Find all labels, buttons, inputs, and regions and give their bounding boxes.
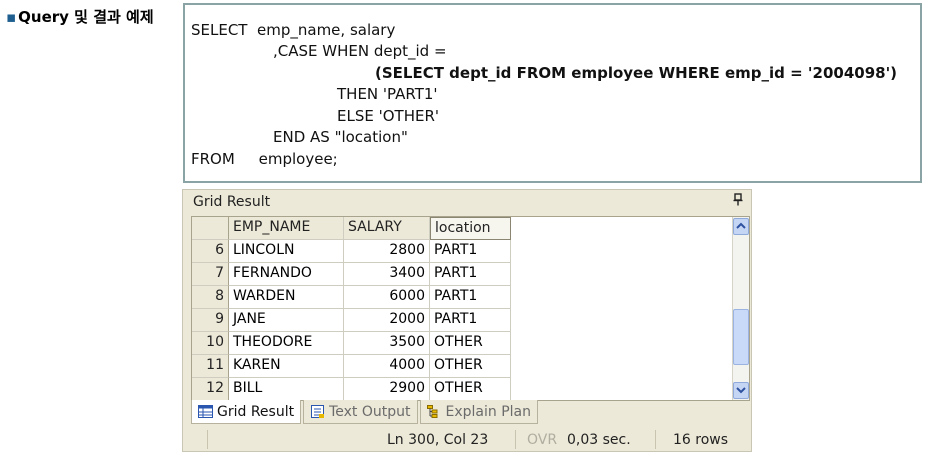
cursor-position: Ln 300, Col 23 bbox=[387, 432, 489, 448]
sql-line-select: SELECT emp_name, salary bbox=[191, 21, 396, 39]
tab-label: Grid Result bbox=[217, 403, 295, 420]
column-header-emp-name[interactable]: EMP_NAME bbox=[229, 217, 344, 240]
table-row[interactable]: 9 JANE 2000 PART1 bbox=[192, 309, 511, 332]
cell-emp-name[interactable]: THEODORE bbox=[229, 332, 344, 355]
sql-line-else: ELSE 'OTHER' bbox=[337, 107, 439, 125]
table-row[interactable]: 6 LINCOLN 2800 PART1 bbox=[192, 240, 511, 263]
cell-salary[interactable]: 2000 bbox=[344, 309, 430, 332]
cell-emp-name[interactable]: JANE bbox=[229, 309, 344, 332]
cell-location[interactable]: OTHER bbox=[430, 332, 511, 355]
row-count: 16 rows bbox=[673, 432, 729, 448]
cell-emp-name[interactable]: LINCOLN bbox=[229, 240, 344, 263]
row-number[interactable]: 7 bbox=[192, 263, 229, 286]
sql-line-case: ,CASE WHEN dept_id = bbox=[273, 42, 447, 60]
row-number[interactable]: 10 bbox=[192, 332, 229, 355]
execution-time: 0,03 sec. bbox=[567, 432, 631, 448]
table-row[interactable]: 12 BILL 2900 OTHER bbox=[192, 378, 511, 400]
cell-location[interactable]: PART1 bbox=[430, 263, 511, 286]
bullet-icon: ▪ bbox=[6, 8, 17, 26]
table-row[interactable]: 8 WARDEN 6000 PART1 bbox=[192, 286, 511, 309]
row-number[interactable]: 6 bbox=[192, 240, 229, 263]
grid-result-panel: Grid Result EMP_NAME SALARY location 6 LI… bbox=[182, 189, 752, 452]
status-divider bbox=[207, 430, 208, 449]
cell-emp-name[interactable]: KAREN bbox=[229, 355, 344, 378]
tab-label: Text Output bbox=[329, 403, 411, 420]
section-heading: ▪ Query 및 결과 예제 bbox=[6, 6, 154, 27]
grid-icon bbox=[198, 405, 213, 418]
pin-icon[interactable] bbox=[733, 193, 743, 210]
row-number[interactable]: 9 bbox=[192, 309, 229, 332]
result-grid: EMP_NAME SALARY location 6 LINCOLN 2800 PAR… bbox=[191, 216, 750, 401]
heading-text: Query 및 결과 예제 bbox=[18, 8, 154, 26]
cell-salary[interactable]: 3500 bbox=[344, 332, 430, 355]
result-tabs: Grid Result Text Output Explain Plan bbox=[191, 400, 540, 424]
cell-salary[interactable]: 2900 bbox=[344, 378, 430, 400]
row-number[interactable]: 8 bbox=[192, 286, 229, 309]
table-row[interactable]: 11 KAREN 4000 OTHER bbox=[192, 355, 511, 378]
cell-salary[interactable]: 3400 bbox=[344, 263, 430, 286]
cell-location[interactable]: PART1 bbox=[430, 240, 511, 263]
cell-salary[interactable]: 6000 bbox=[344, 286, 430, 309]
sql-query-box: SELECT emp_name, salary ,CASE WHEN dept_… bbox=[183, 3, 922, 183]
table-row[interactable]: 7 FERNANDO 3400 PART1 bbox=[192, 263, 511, 286]
tab-explain-plan[interactable]: Explain Plan bbox=[419, 400, 538, 424]
status-bar: Ln 300, Col 23 OVR 0,03 sec. 16 rows bbox=[183, 428, 751, 452]
grid-header-row: EMP_NAME SALARY location bbox=[192, 217, 511, 240]
cell-salary[interactable]: 2800 bbox=[344, 240, 430, 263]
explain-plan-icon bbox=[426, 405, 442, 418]
sql-line-subquery: (SELECT dept_id FROM employee WHERE emp_… bbox=[375, 64, 898, 82]
vertical-scrollbar[interactable] bbox=[732, 217, 749, 400]
sql-line-end: END AS "location" bbox=[273, 128, 408, 146]
status-divider bbox=[655, 430, 656, 449]
sql-line-then: THEN 'PART1' bbox=[337, 85, 438, 103]
cell-emp-name[interactable]: FERNANDO bbox=[229, 263, 344, 286]
overwrite-indicator: OVR bbox=[527, 432, 558, 448]
panel-title: Grid Result bbox=[193, 194, 271, 210]
scroll-thumb[interactable] bbox=[733, 309, 749, 365]
cell-location[interactable]: PART1 bbox=[430, 286, 511, 309]
corner-cell[interactable] bbox=[192, 217, 229, 240]
status-divider bbox=[515, 430, 516, 449]
tab-text-output[interactable]: Text Output bbox=[303, 400, 418, 424]
column-header-salary[interactable]: SALARY bbox=[344, 217, 430, 240]
cell-salary[interactable]: 4000 bbox=[344, 355, 430, 378]
cell-location[interactable]: OTHER bbox=[430, 378, 511, 400]
cell-emp-name[interactable]: WARDEN bbox=[229, 286, 344, 309]
table-row[interactable]: 10 THEODORE 3500 OTHER bbox=[192, 332, 511, 355]
tab-grid-result[interactable]: Grid Result bbox=[191, 400, 302, 424]
row-number[interactable]: 11 bbox=[192, 355, 229, 378]
cell-location[interactable]: PART1 bbox=[430, 309, 511, 332]
sql-line-from: FROM employee; bbox=[191, 150, 338, 168]
cell-emp-name[interactable]: BILL bbox=[229, 378, 344, 400]
cell-location[interactable]: OTHER bbox=[430, 355, 511, 378]
text-output-icon bbox=[310, 405, 325, 418]
scroll-down-button[interactable] bbox=[733, 382, 749, 399]
column-header-location[interactable]: location bbox=[430, 217, 511, 240]
row-number[interactable]: 12 bbox=[192, 378, 229, 400]
scroll-up-button[interactable] bbox=[733, 218, 749, 235]
tab-label: Explain Plan bbox=[445, 403, 531, 420]
